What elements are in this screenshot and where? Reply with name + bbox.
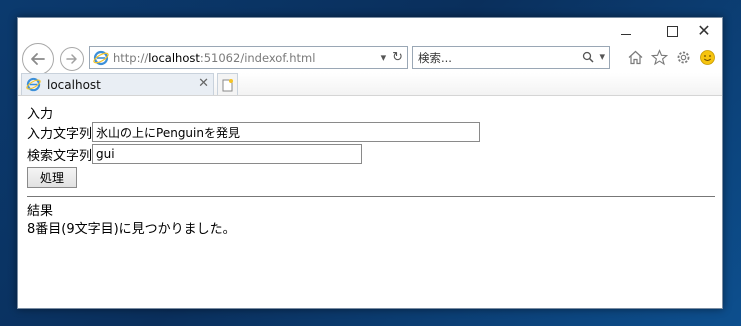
input-section-title: 入力 [27,106,54,122]
divider [27,196,715,197]
tab-localhost[interactable]: localhost ✕ [21,73,214,95]
ie-page-icon [93,50,109,65]
address-bar[interactable]: http:// localhost :51062/indexof.html ▾ … [89,46,408,69]
maximize-icon [666,25,678,37]
search-label: 検索文字列 [27,148,93,164]
search-placeholder: 検索... [418,50,452,65]
title-bar: ✕ [18,18,722,42]
result-message: 8番目(9文字目)に見つかりました。 [27,221,236,237]
home-icon[interactable] [626,48,644,66]
star-icon[interactable] [650,48,668,66]
minimize-icon [621,33,631,35]
input-label: 入力文字列 [27,126,93,142]
gear-icon[interactable] [674,48,692,66]
address-dropdown-icon[interactable]: ▾ [381,51,387,64]
input-text-field[interactable] [92,122,481,142]
process-button[interactable]: 処理 [27,167,77,188]
url-host: localhost [148,50,200,65]
back-arrow-icon [31,53,45,65]
forward-arrow-icon [66,54,77,64]
refresh-icon[interactable]: ↻ [392,50,403,65]
input-row: 入力文字列 [27,121,713,143]
search-dropdown-icon[interactable]: ▾ [599,50,605,63]
tab-label: localhost [47,77,101,92]
new-tab-icon [222,78,233,91]
minimize-button[interactable] [614,22,638,40]
close-button[interactable]: ✕ [686,22,722,40]
page-content: 入力 入力文字列 検索文字列 処理 結果 8番目(9文字目)に見つかりました。 [27,103,715,308]
navigation-bar: http:// localhost :51062/indexof.html ▾ … [18,43,722,75]
ie-tab-icon [26,77,41,92]
maximize-button[interactable] [660,22,684,40]
browser-window: ✕ http:// localhost :51062/indexof.html … [17,17,723,309]
search-row: 検索文字列 [27,143,713,165]
tab-bar: localhost ✕ [18,73,722,96]
url-prefix: http:// [113,50,149,65]
toolbar-icons [626,48,716,66]
smiley-icon[interactable] [698,48,716,66]
url-rest: :51062/indexof.html [199,50,316,65]
back-button[interactable] [22,43,54,75]
forward-button[interactable] [60,47,84,71]
close-icon: ✕ [697,21,711,40]
search-icon[interactable] [582,51,594,63]
search-text-field[interactable] [92,144,363,164]
tab-close-icon[interactable]: ✕ [198,76,209,91]
result-title: 結果 [27,203,54,219]
search-box[interactable]: 検索... ▾ [412,46,610,69]
new-tab-button[interactable] [217,73,238,95]
